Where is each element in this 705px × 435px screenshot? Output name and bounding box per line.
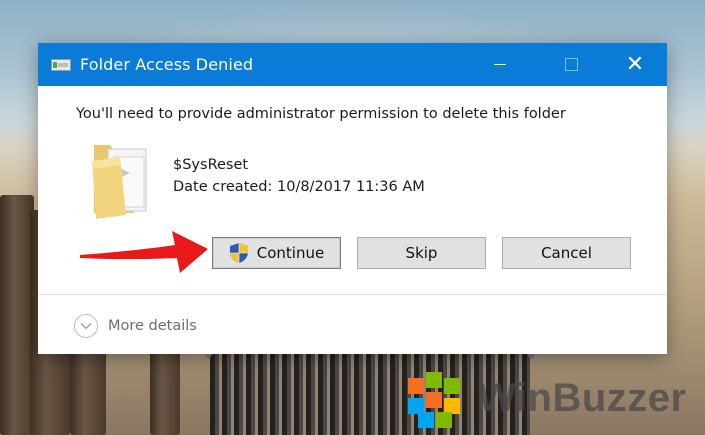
minimize-button[interactable] <box>477 43 523 86</box>
folder-date-created: Date created: 10/8/2017 11:36 AM <box>173 179 425 195</box>
drive-icon <box>51 59 71 71</box>
chevron-down-icon <box>74 314 98 338</box>
uac-shield-icon <box>229 243 248 263</box>
close-icon: ✕ <box>625 51 645 77</box>
red-arrow-icon <box>80 231 208 273</box>
folder-name: $SysReset <box>173 157 249 173</box>
folder-icon <box>92 145 147 219</box>
continue-button-label: Continue <box>256 244 325 262</box>
title-bar[interactable]: Folder Access Denied ✕ <box>38 43 667 86</box>
cancel-button-label: Cancel <box>541 244 592 262</box>
folder-access-denied-dialog: Folder Access Denied ✕ You'll need to pr… <box>38 43 667 354</box>
divider <box>38 294 667 295</box>
maximize-icon <box>564 58 578 71</box>
cancel-button[interactable]: Cancel <box>502 237 631 269</box>
continue-button[interactable]: Continue <box>212 237 341 269</box>
dialog-title: Folder Access Denied <box>80 55 254 74</box>
permission-message: You'll need to provide administrator per… <box>76 106 566 122</box>
more-details-toggle[interactable]: More details <box>74 314 197 338</box>
watermark-brand: WinBuzzer <box>478 376 687 420</box>
more-details-label: More details <box>108 318 197 334</box>
skip-button-label: Skip <box>405 244 438 262</box>
skip-button[interactable]: Skip <box>357 237 486 269</box>
minimize-icon <box>494 64 506 65</box>
maximize-button <box>548 43 594 86</box>
close-button[interactable]: ✕ <box>612 43 658 86</box>
background-post <box>0 195 34 435</box>
